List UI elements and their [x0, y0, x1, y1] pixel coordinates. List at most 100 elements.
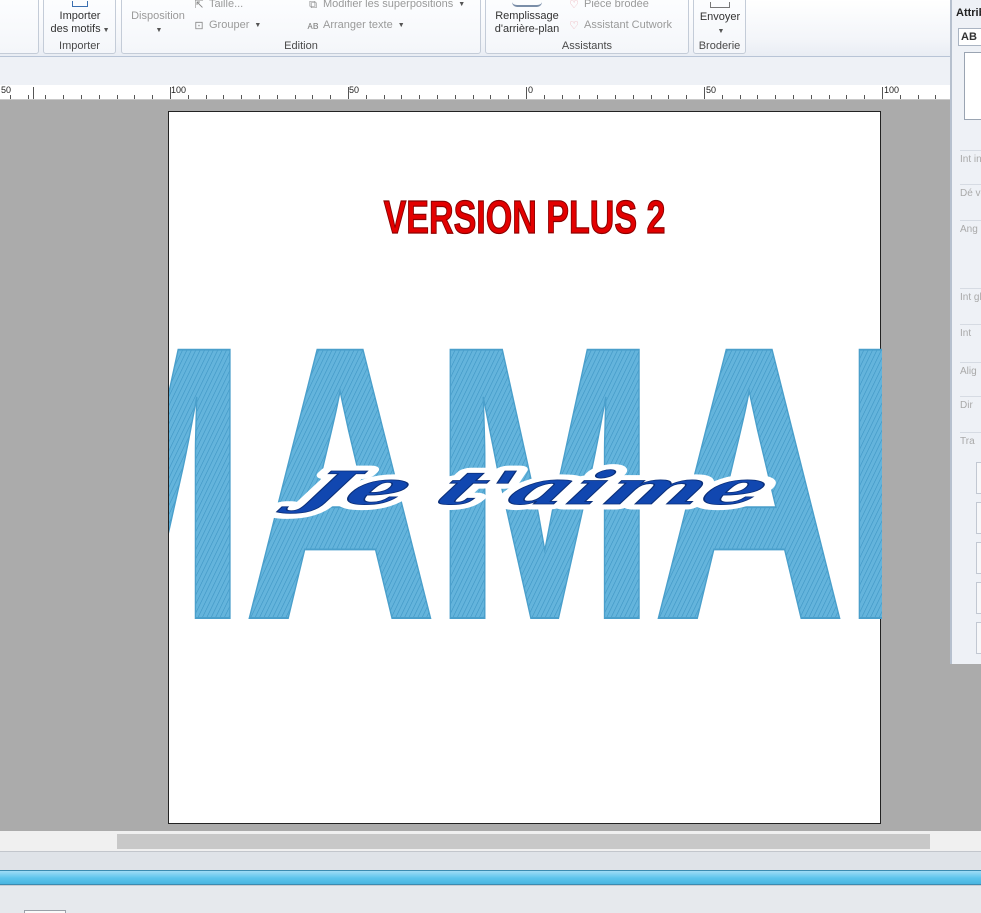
attr-row[interactable]: Int glo	[960, 288, 981, 324]
taille-button[interactable]: ⇱ Taille...	[192, 0, 243, 11]
edition-group-label: Edition	[284, 40, 318, 52]
import-motifs-label-1: Importer	[59, 10, 101, 22]
modifier-superpositions-button[interactable]: ⧉ Modifier les superpositions ▼	[306, 0, 465, 11]
ruler-tick	[544, 95, 545, 99]
ruler-tick	[508, 95, 509, 99]
attr-row[interactable]: Dé ver	[960, 184, 981, 220]
ruler-label: 100	[884, 85, 900, 95]
clipped-group	[0, 0, 39, 54]
tool-strip	[0, 851, 981, 870]
chevron-down-icon: ▼	[102, 27, 110, 34]
ruler-tick	[45, 95, 46, 99]
attr-row[interactable]: Tra	[960, 432, 981, 462]
ruler-tick	[63, 95, 64, 99]
send-icon	[710, 2, 730, 8]
ruler-tick	[241, 95, 242, 99]
ruler-tick	[188, 95, 189, 99]
attributes-rows: Int ind Dé ver Ang Int glo Int Alig Dir …	[960, 150, 981, 462]
edition-group: Disposition ▼ ⇱ Taille... ⊡ Grouper ▼ ⧉ …	[121, 0, 481, 54]
attr-row[interactable]: Int ind	[960, 150, 981, 184]
ruler-tick	[686, 95, 687, 99]
ruler-tick	[437, 95, 438, 99]
ruler-tick	[28, 95, 29, 99]
attr-control[interactable]	[976, 462, 981, 494]
progress-bar	[0, 870, 981, 885]
envoyer-label: Envoyer	[699, 11, 741, 23]
chevron-down-icon: ▼	[717, 28, 725, 35]
piece-label: Pièce brodée	[584, 0, 649, 10]
remplissage-label-2: d'arrière-plan	[494, 23, 560, 35]
import-motifs-button[interactable]: Importer des motifs ▼	[48, 1, 112, 37]
ruler-tick	[366, 95, 367, 99]
group-icon: ⊡	[194, 19, 204, 32]
ruler-tick	[846, 95, 847, 99]
chevron-down-icon: ▼	[254, 22, 262, 29]
ruler-tick	[811, 95, 812, 99]
ruler-tick	[490, 95, 491, 99]
attributes-preview	[964, 52, 981, 120]
ruler-label: 50	[349, 85, 360, 95]
grouper-button[interactable]: ⊡ Grouper ▼	[192, 19, 261, 32]
attr-control[interactable]	[976, 582, 981, 614]
importer-group-label: Importer	[59, 40, 100, 52]
ruler-tick	[829, 95, 830, 99]
attributes-tab[interactable]: AB	[958, 28, 981, 46]
resize-icon: ⇱	[194, 0, 204, 11]
attr-control[interactable]	[976, 542, 981, 574]
ruler-tick	[740, 95, 741, 99]
status-bar	[0, 885, 981, 913]
embroidery-design[interactable]: MAMAN Je t'aime Je t'aime	[169, 112, 882, 825]
ruler-tick	[633, 95, 634, 99]
ruler-tick	[170, 87, 171, 99]
assistants-group-label: Assistants	[561, 40, 613, 52]
chevron-down-icon: ▼	[458, 1, 466, 8]
attr-row[interactable]: Dir	[960, 396, 981, 432]
broderie-group-label: Broderie	[698, 40, 741, 52]
arranger-texte-button[interactable]: ᴀʙ Arranger texte ▼	[306, 19, 404, 32]
ruler-label: 100	[171, 85, 187, 95]
scrollbar-thumb[interactable]	[117, 834, 930, 849]
attr-row[interactable]: Alig	[960, 362, 981, 396]
ruler-label: 50	[1, 85, 12, 95]
ruler-tick	[277, 95, 278, 99]
horizontal-scrollbar[interactable]	[0, 831, 981, 851]
ruler-tick	[579, 95, 580, 99]
modifier-label: Modifier les superpositions	[323, 0, 454, 10]
ruler-tick	[526, 87, 527, 99]
ruler-tick	[295, 95, 296, 99]
ruler-tick	[312, 95, 313, 99]
ruler-tick	[10, 95, 11, 99]
ruler-tick	[651, 95, 652, 99]
piece-brodee-button[interactable]: ♡ Pièce brodée	[567, 0, 649, 11]
text-arrange-icon: ᴀʙ	[307, 19, 319, 32]
remplissage-button[interactable]: Remplissage d'arrière-plan	[489, 2, 565, 36]
assistants-group: Remplissage d'arrière-plan ♡ Pièce brodé…	[485, 0, 689, 54]
ruler-tick	[615, 95, 616, 99]
import-icon	[72, 1, 88, 7]
attr-row[interactable]: Ang	[960, 220, 981, 288]
horizontal-ruler[interactable]: 50 100 50 0 50 100	[0, 85, 950, 100]
cutwork-label: Assistant Cutwork	[584, 19, 673, 31]
ruler-tick	[668, 95, 669, 99]
script-text: Je t'aime	[275, 462, 784, 515]
ruler-tick	[722, 95, 723, 99]
ruler-tick	[419, 95, 420, 99]
attributes-controls	[976, 462, 981, 662]
heart-icon: ♡	[569, 19, 579, 32]
ruler-tick	[918, 95, 919, 99]
attr-row[interactable]: Int	[960, 324, 981, 362]
ruler-tick	[330, 95, 331, 99]
ruler-tick	[793, 95, 794, 99]
attr-control[interactable]	[976, 622, 981, 654]
ruler-tick	[99, 95, 100, 99]
ruler-position-marker	[33, 87, 34, 99]
disposition-button[interactable]: Disposition ▼	[127, 10, 189, 37]
cutwork-button[interactable]: ♡ Assistant Cutwork	[567, 19, 672, 32]
script-text-group[interactable]: Je t'aime Je t'aime	[267, 454, 792, 523]
envoyer-button[interactable]: Envoyer ▼	[696, 2, 744, 38]
attr-control[interactable]	[976, 502, 981, 534]
ruler-tick	[81, 95, 82, 99]
embroidery-hoop[interactable]: VERSION PLUS 2 MAMAN Je t'aime Je t'aime	[168, 111, 882, 825]
ruler-band	[0, 57, 950, 85]
ruler-tick	[775, 95, 776, 99]
